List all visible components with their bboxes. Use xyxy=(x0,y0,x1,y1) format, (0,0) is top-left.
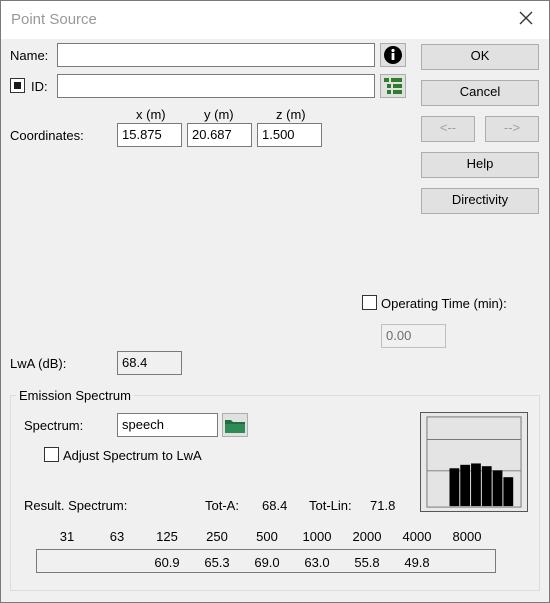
id-checkbox[interactable] xyxy=(10,78,25,93)
band-label-8000: 8000 xyxy=(452,529,482,544)
list-tree-icon[interactable] xyxy=(380,74,406,98)
ok-button[interactable]: OK xyxy=(421,44,539,70)
band-label-250: 250 xyxy=(206,529,228,544)
help-button[interactable]: Help xyxy=(421,152,539,178)
folder-icon[interactable] xyxy=(222,413,248,437)
spectrum-bar xyxy=(449,468,460,507)
band-label-4000: 4000 xyxy=(402,529,432,544)
z-coord-input[interactable]: 1.500 xyxy=(257,123,322,147)
id-input[interactable] xyxy=(57,74,375,98)
next-button[interactable]: --> xyxy=(485,116,539,142)
spectrum-bar xyxy=(471,463,481,507)
close-icon[interactable] xyxy=(517,9,535,27)
y-coord-input[interactable]: 20.687 xyxy=(187,123,252,147)
band-label-2000: 2000 xyxy=(352,529,382,544)
spectrum-bar xyxy=(503,477,514,507)
band-value-125: 60.9 xyxy=(154,555,180,570)
band-label-31: 31 xyxy=(59,529,75,544)
operating-time-checkbox[interactable] xyxy=(362,295,377,310)
window-title: Point Source xyxy=(11,11,97,28)
spectrum-preview-chart xyxy=(420,412,528,512)
band-label-500: 500 xyxy=(256,529,278,544)
adjust-spectrum-checkbox[interactable] xyxy=(44,447,59,462)
tot-a-value: 68.4 xyxy=(262,498,288,513)
tot-a-label: Tot-A: xyxy=(205,498,239,513)
previous-button[interactable]: <-- xyxy=(421,116,475,142)
operating-time-label: Operating Time (min): xyxy=(381,296,507,311)
x-coord-input[interactable]: 15.875 xyxy=(117,123,182,147)
spectrum-label: Spectrum: xyxy=(24,418,84,433)
y-coord-label: y (m) xyxy=(204,107,234,122)
emission-spectrum-title: Emission Spectrum xyxy=(16,388,134,403)
band-label-1000: 1000 xyxy=(302,529,332,544)
spectrum-input[interactable]: speech xyxy=(117,413,218,437)
tot-lin-value: 71.8 xyxy=(370,498,396,513)
band-label-63: 63 xyxy=(109,529,125,544)
spectrum-bar xyxy=(460,464,471,507)
band-label-125: 125 xyxy=(156,529,178,544)
name-label: Name: xyxy=(10,48,49,63)
result-spectrum-label: Result. Spectrum: xyxy=(24,498,128,513)
title-bar: Point Source xyxy=(1,1,549,39)
band-value-250: 65.3 xyxy=(204,555,230,570)
directivity-button[interactable]: Directivity xyxy=(421,188,539,214)
tot-lin-label: Tot-Lin: xyxy=(309,498,352,513)
spectrum-bar xyxy=(492,470,503,507)
name-input[interactable] xyxy=(57,43,375,67)
info-icon[interactable] xyxy=(380,43,406,67)
band-value-1000: 63.0 xyxy=(304,555,330,570)
band-value-4000: 49.8 xyxy=(404,555,430,570)
point-source-dialog: Point Source Name: ID: x (m) y (m) z (m)… xyxy=(0,0,550,603)
spectrum-bar xyxy=(481,466,492,507)
coordinates-label: Coordinates: xyxy=(10,128,84,143)
x-coord-label: x (m) xyxy=(136,107,166,122)
id-label: ID: xyxy=(31,79,48,94)
band-value-2000: 55.8 xyxy=(354,555,380,570)
z-coord-label: z (m) xyxy=(276,107,306,122)
adjust-spectrum-label: Adjust Spectrum to LwA xyxy=(63,448,202,463)
operating-time-input[interactable]: 0.00 xyxy=(381,324,446,348)
lwa-value: 68.4 xyxy=(117,351,182,375)
band-value-500: 69.0 xyxy=(254,555,280,570)
cancel-button[interactable]: Cancel xyxy=(421,80,539,106)
lwa-label: LwA (dB): xyxy=(10,356,67,371)
